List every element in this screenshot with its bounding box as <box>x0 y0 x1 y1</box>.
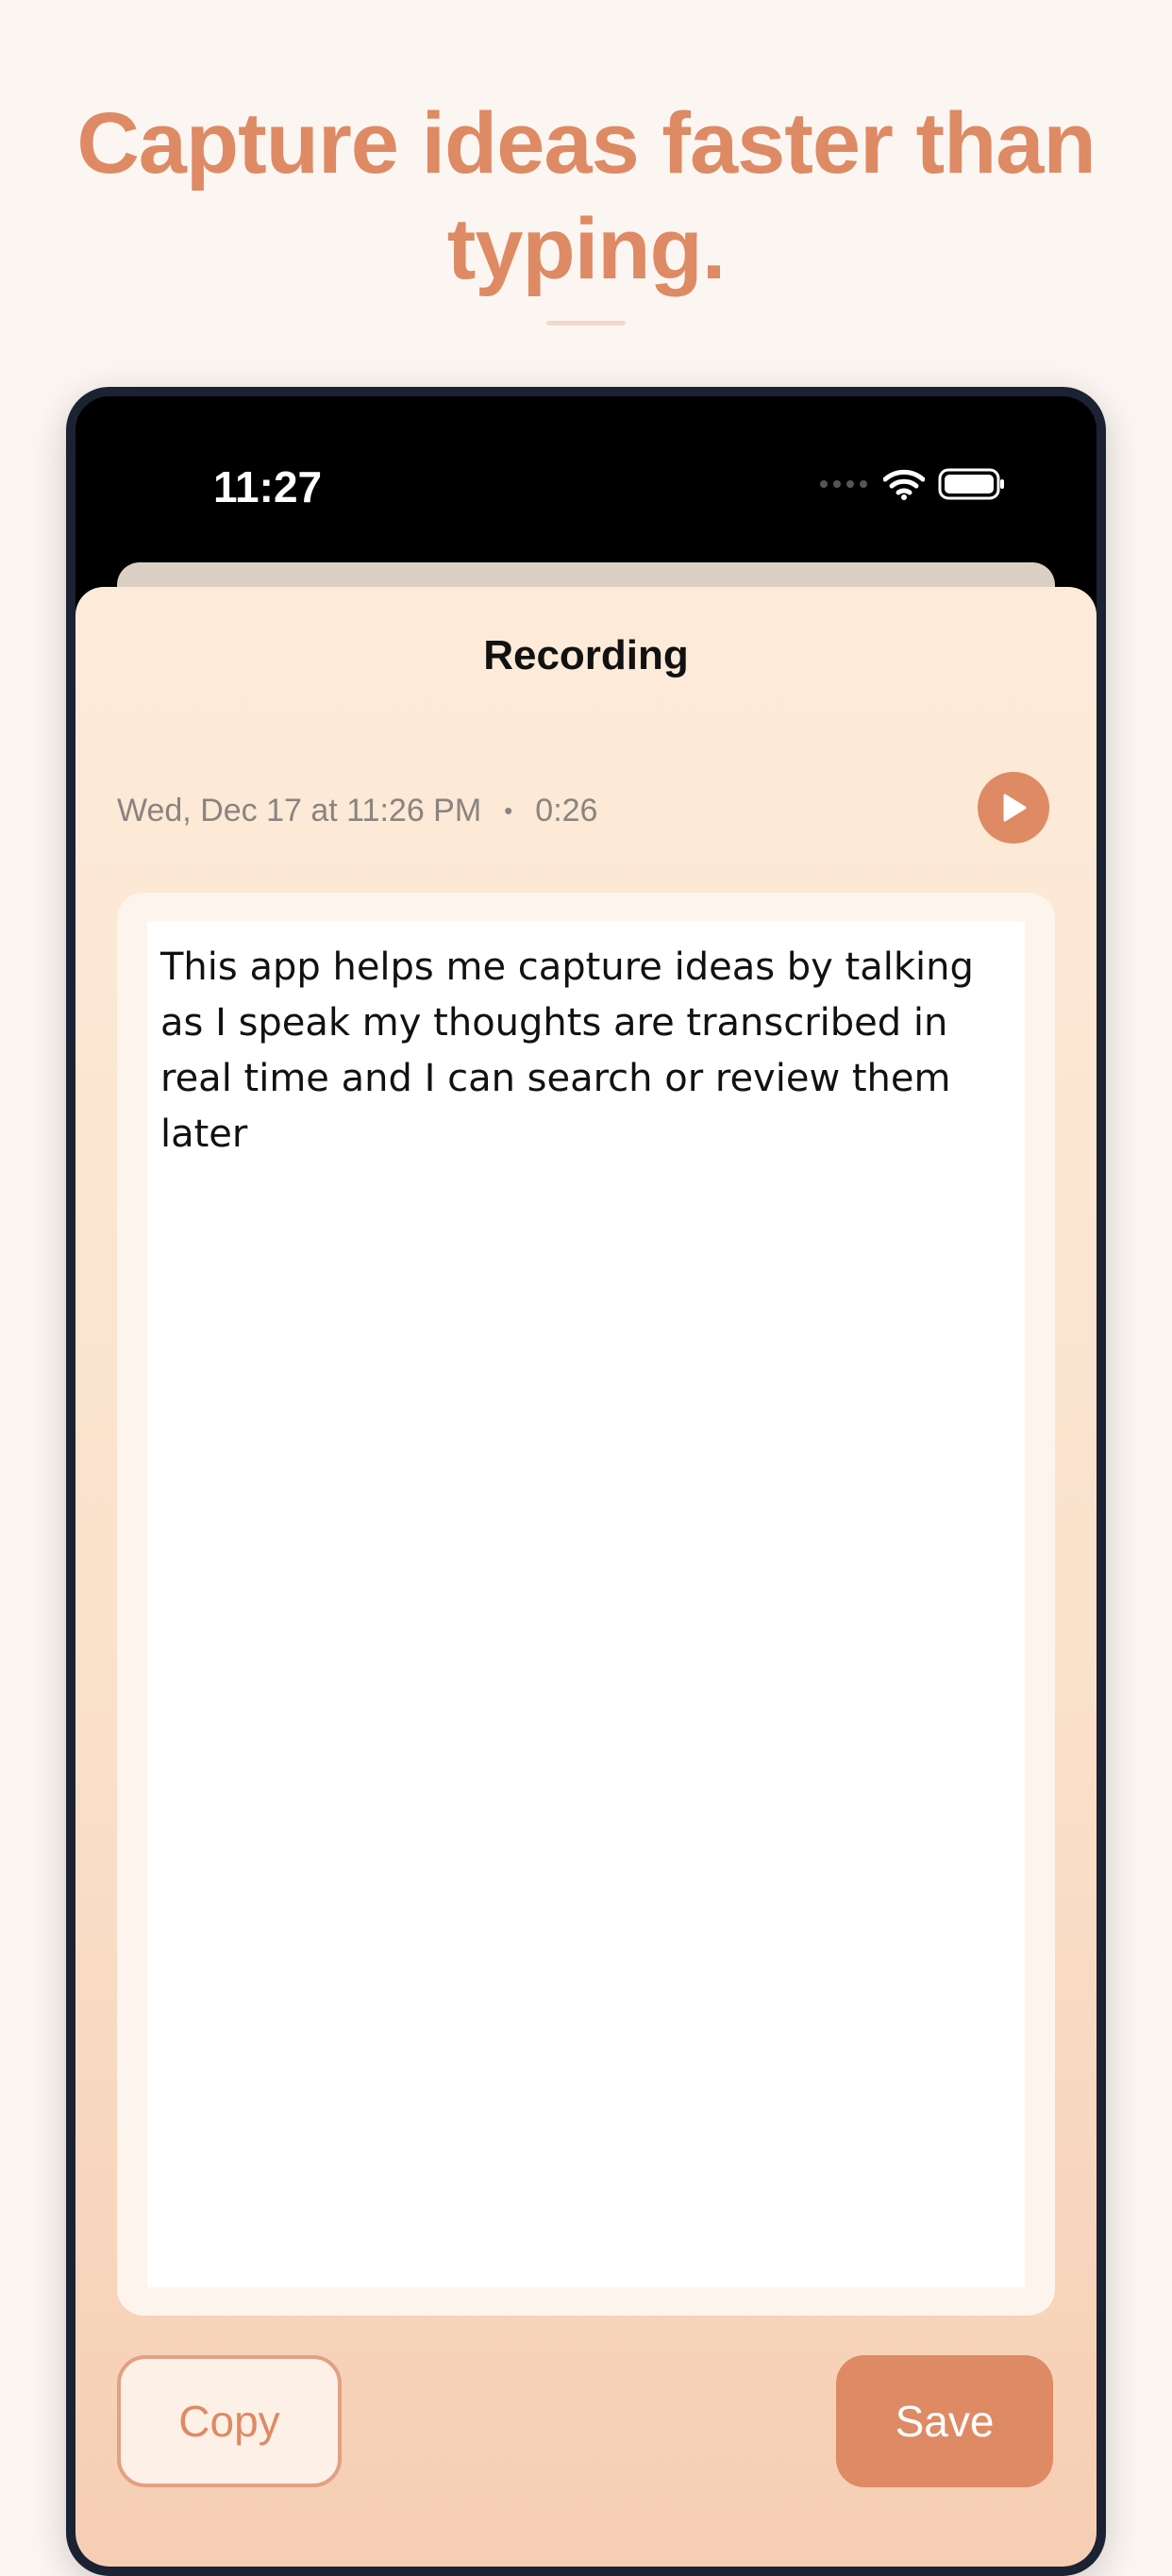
status-time: 11:27 <box>213 462 323 511</box>
headline-line-2: typing. <box>446 201 727 297</box>
recording-date: Wed, Dec 17 at 11:26 PM <box>117 793 482 828</box>
recording-sheet: Recording Wed, Dec 17 at 11:26 PM • 0:26… <box>75 587 1097 2567</box>
battery-icon <box>938 468 1006 505</box>
recording-duration: 0:26 <box>535 793 598 828</box>
headline-line-1: Capture ideas faster than <box>76 95 1096 192</box>
headline-divider <box>546 321 626 326</box>
sheet-title: Recording <box>483 632 689 678</box>
status-bar: 11:27 <box>75 396 1097 547</box>
phone-frame: 11:27 Recording Wed, Dec 17 at 11:26 PM … <box>66 387 1106 2576</box>
cellular-signal-icon <box>819 477 870 495</box>
transcript-textarea[interactable]: This app helps me capture ideas by talki… <box>147 921 1025 2287</box>
headline: Capture ideas faster than typing. <box>0 91 1172 302</box>
recording-meta: Wed, Dec 17 at 11:26 PM • 0:26 <box>117 793 597 829</box>
play-button[interactable] <box>978 772 1049 844</box>
wifi-icon <box>882 468 926 505</box>
play-icon <box>1003 794 1027 822</box>
save-button[interactable]: Save <box>836 2355 1053 2487</box>
status-icons <box>819 468 1006 505</box>
meta-separator: • <box>504 796 513 825</box>
transcript-card: This app helps me capture ideas by talki… <box>117 893 1055 2316</box>
copy-button[interactable]: Copy <box>117 2355 342 2487</box>
